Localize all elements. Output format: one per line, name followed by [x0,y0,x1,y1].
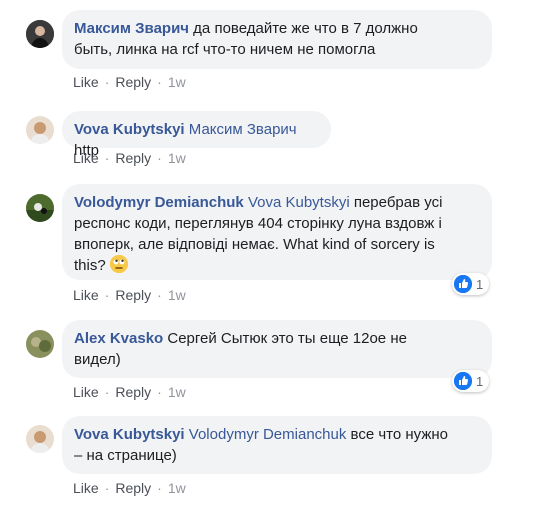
comment-actions: Like · Reply · 1w [73,74,186,90]
separator: · [104,287,110,303]
reply-link[interactable]: Reply [115,150,151,166]
comment-bubble: Максим Зварич да поведайте же что в 7 до… [62,10,492,69]
comment-actions: Like · Reply · 1w [73,480,186,496]
thumbs-up-icon [454,372,472,390]
timestamp[interactable]: 1w [168,150,186,166]
like-link[interactable]: Like [73,480,99,496]
reaction-number: 1 [476,373,484,389]
reply-link[interactable]: Reply [115,384,151,400]
comment-text: this? [74,257,106,274]
comment-text: респонс коди, переглянув 404 сторінку лу… [74,215,442,232]
reply-link[interactable]: Reply [115,74,151,90]
mention-link[interactable]: Volodymyr Demianchuk [189,426,347,443]
avatar[interactable] [26,116,54,144]
mention-link[interactable]: Максим Зварич [189,121,297,138]
separator: · [157,480,162,496]
reaction-number: 1 [476,276,484,292]
avatar[interactable] [26,330,54,358]
comment-author[interactable]: Максим Зварич [74,20,189,37]
comment-author[interactable]: Vova Kubytskyi [74,121,185,138]
separator: · [157,287,162,303]
separator: · [104,384,110,400]
comment-author[interactable]: Vova Kubytskyi [74,426,185,443]
reply-link[interactable]: Reply [115,287,151,303]
separator: · [157,74,162,90]
comment-text: Сергей Сытюк это ты еще 12ое не [163,330,407,347]
comment-bubble: Volodymyr Demianchuk Vova Kubytskyi пере… [62,184,492,280]
like-link[interactable]: Like [73,150,99,166]
comment-text: да поведайте же что в 7 должно [189,20,418,37]
separator: · [104,480,110,496]
comment-actions: Like · Reply · 1w [73,287,186,303]
separator: · [104,74,110,90]
avatar[interactable] [26,194,54,222]
reaction-count[interactable]: 1 [452,273,490,295]
like-link[interactable]: Like [73,384,99,400]
comment-bubble: Vova Kubytskyi Максим Зварич http [62,111,331,159]
separator: · [157,150,162,166]
comment-bubble: Vova Kubytskyi Volodymyr Demianchuk все … [62,416,492,474]
separator: · [157,384,162,400]
avatar[interactable] [26,425,54,453]
separator: · [104,150,110,166]
comment-actions: Like · Reply · 1w [73,150,186,166]
comment-author[interactable]: Alex Kvasko [74,330,163,347]
timestamp[interactable]: 1w [168,74,186,90]
thumbs-up-icon [454,275,472,293]
avatar[interactable] [26,20,54,48]
timestamp[interactable]: 1w [168,384,186,400]
comment-text: все что нужно [346,426,448,443]
rolling-eyes-emoji-icon [109,255,128,273]
comment-actions: Like · Reply · 1w [73,384,186,400]
mention-link[interactable]: Vova Kubytskyi [248,194,350,211]
comment-text: перебрав усі [349,194,443,211]
like-link[interactable]: Like [73,74,99,90]
timestamp[interactable]: 1w [168,287,186,303]
timestamp[interactable]: 1w [168,480,186,496]
comment-author[interactable]: Volodymyr Demianchuk [74,194,244,211]
comment-text: быть, линка на rcf что-то ничем не помог… [74,41,376,58]
comment-text: видел) [74,351,121,368]
comment-text: впоперк, але відповіді немає. What kind … [74,236,435,253]
comment-bubble: Alex Kvasko Сергей Сытюк это ты еще 12ое… [62,320,492,378]
reaction-count[interactable]: 1 [452,370,490,392]
comment-text: – на странице) [74,447,177,464]
reply-link[interactable]: Reply [115,480,151,496]
like-link[interactable]: Like [73,287,99,303]
